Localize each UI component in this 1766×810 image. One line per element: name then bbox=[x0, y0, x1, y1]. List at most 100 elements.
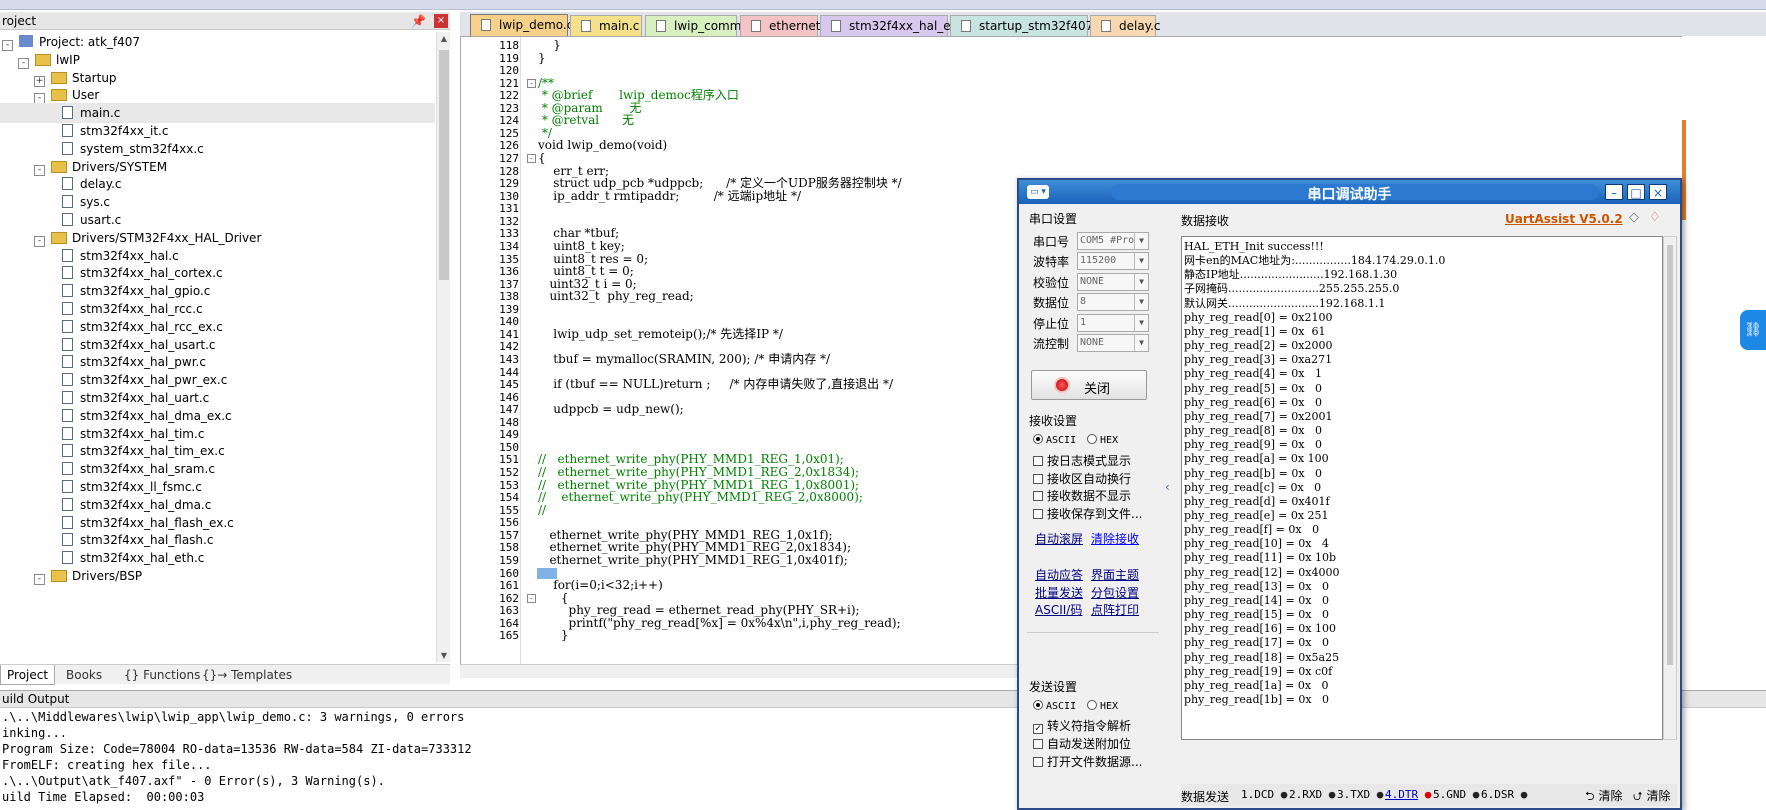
tab-templates[interactable]: {}→ Templates bbox=[196, 665, 298, 685]
close-port-label: 关闭 bbox=[1084, 382, 1111, 397]
tree-item[interactable]: - Drivers/BSP bbox=[0, 566, 435, 586]
project-panel-tabs: Project Books {} Functions {}→ Templates bbox=[0, 664, 450, 685]
field-label: 流控制 bbox=[1033, 337, 1070, 351]
rx-option-checkbox[interactable]: 接收保存到文件... bbox=[1033, 505, 1142, 522]
editor-tab[interactable]: stm32f4xx_hal_eth.c bbox=[820, 15, 973, 36]
line-number: 120 bbox=[499, 64, 519, 78]
rx-option-checkbox[interactable]: 按日志模式显示 bbox=[1033, 452, 1131, 469]
fold-marker-icon[interactable]: - bbox=[527, 593, 536, 603]
rx-tab-label[interactable]: 数据接收 bbox=[1181, 212, 1229, 229]
line-number: 150 bbox=[499, 440, 519, 454]
tool-link[interactable]: 分包设置 bbox=[1091, 584, 1139, 601]
fold-marker-icon[interactable]: - bbox=[527, 154, 536, 164]
tx-option-checkbox[interactable]: 自动发送附加位 bbox=[1033, 735, 1131, 752]
clear-rx-link[interactable]: 清除接收 bbox=[1091, 530, 1139, 547]
rx-scroll-thumb[interactable] bbox=[1667, 245, 1673, 665]
collapse-icon[interactable]: - bbox=[34, 574, 45, 585]
tree-item-label: lwIP bbox=[56, 52, 80, 67]
rx-ascii-radio[interactable]: ASCII bbox=[1033, 432, 1076, 446]
signal-label: 3.TXD bbox=[1337, 788, 1371, 801]
tree-item-label: stm32f4xx_hal_rcc_ex.c bbox=[80, 319, 223, 334]
pin-icon[interactable]: 📌 bbox=[411, 12, 426, 30]
tool-link[interactable]: ASCII/码 bbox=[1035, 601, 1082, 618]
tab-functions[interactable]: {} Functions bbox=[118, 665, 206, 685]
chevron-down-icon[interactable]: ▼ bbox=[1134, 253, 1148, 270]
signal-indicator: 1.DCD ● bbox=[1241, 788, 1287, 801]
signal-led-icon: ● bbox=[1274, 788, 1288, 801]
tab-books[interactable]: Books bbox=[60, 665, 108, 685]
scroll-up-icon[interactable]: ▲ bbox=[439, 34, 449, 43]
uartassist-brand-link[interactable]: UartAssist V5.0.2 bbox=[1505, 212, 1623, 226]
clear-tx-button[interactable]: ⮍ 清除 bbox=[1633, 787, 1670, 808]
scrollbar-thumb[interactable] bbox=[439, 50, 449, 280]
tool-link[interactable]: 点阵打印 bbox=[1091, 601, 1139, 618]
notification-icon[interactable]: ♢ bbox=[1649, 210, 1661, 225]
collapse-arrow-icon[interactable]: ‹ bbox=[1165, 480, 1170, 494]
scroll-down-icon[interactable]: ▼ bbox=[439, 651, 449, 660]
field-select[interactable]: NONE ▼ bbox=[1077, 272, 1149, 291]
tab-project[interactable]: Project bbox=[0, 665, 56, 685]
tool-link[interactable]: 批量发送 bbox=[1035, 584, 1083, 601]
tree-item-label: stm32f4xx_hal.c bbox=[80, 248, 179, 263]
field-label: 数据位 bbox=[1033, 296, 1070, 311]
field-select[interactable]: COM5 #Pro ▼ bbox=[1077, 232, 1149, 250]
uart-title-bar[interactable]: ▭ ▾ 串口调试助手 – □ × bbox=[1019, 180, 1680, 204]
editor-tab[interactable]: startup_stm32f407xx.s bbox=[950, 15, 1118, 36]
signal-led-icon: ● bbox=[1322, 788, 1336, 801]
line-number: 160 bbox=[499, 566, 519, 580]
rx-data-area[interactable]: HAL_ETH_Init success!!! 网卡en的MAC地址为:....… bbox=[1181, 236, 1663, 740]
file-icon bbox=[62, 533, 73, 547]
chevron-down-icon[interactable]: ▼ bbox=[1134, 273, 1148, 290]
file-icon bbox=[62, 373, 73, 387]
line-number: 131 bbox=[499, 202, 519, 216]
tx-hex-radio[interactable]: HEX bbox=[1087, 698, 1118, 712]
chevron-down-icon[interactable]: ▼ bbox=[1134, 314, 1148, 331]
tx-option-checkbox[interactable]: ✓ 转义符指令解析 bbox=[1033, 717, 1131, 734]
file-icon bbox=[62, 302, 73, 315]
settings-gem-icon[interactable]: ◇ bbox=[1629, 210, 1639, 225]
field-select[interactable]: 1 ▼ bbox=[1077, 313, 1149, 332]
tool-link[interactable]: 界面主题 bbox=[1091, 566, 1139, 583]
line-number: 164 bbox=[499, 616, 519, 630]
project-tree-scrollbar[interactable]: ▲ ▼ bbox=[436, 32, 450, 662]
clear-rx-button[interactable]: ⮌ 清除 bbox=[1585, 787, 1622, 808]
tree-item-label: stm32f4xx_hal_gpio.c bbox=[80, 284, 211, 299]
editor-tab[interactable]: ethernet.c bbox=[740, 15, 831, 36]
chevron-down-icon[interactable]: ▼ bbox=[1134, 233, 1148, 249]
close-port-button[interactable]: 关闭 bbox=[1031, 370, 1147, 400]
panel-collapse-handle[interactable]: ‹ bbox=[1165, 210, 1175, 800]
rx-option-checkbox[interactable]: 接收区自动换行 bbox=[1033, 470, 1131, 487]
tree-item-label: usart.c bbox=[80, 213, 122, 227]
rx-hex-radio[interactable]: HEX bbox=[1087, 432, 1118, 446]
line-number: 118 bbox=[499, 39, 519, 52]
field-select[interactable]: 8 ▼ bbox=[1077, 293, 1149, 312]
build-line: Program Size: Code=78004 RO-data=13536 R… bbox=[2, 742, 472, 756]
field-select[interactable]: NONE ▼ bbox=[1077, 334, 1149, 352]
fold-marker-icon[interactable]: - bbox=[527, 78, 536, 88]
tree-item-label: sys.c bbox=[80, 195, 111, 210]
line-number: 135 bbox=[499, 252, 519, 266]
tx-option-checkbox[interactable]: 打开文件数据源... bbox=[1033, 753, 1142, 770]
editor-tab[interactable]: lwip_comm.c bbox=[645, 15, 752, 36]
rx-option-checkbox[interactable]: 接收数据不显示 bbox=[1033, 487, 1131, 504]
line-number: 130 bbox=[499, 189, 519, 203]
signal-led-icon: ● bbox=[1418, 788, 1432, 801]
rx-scrollbar[interactable] bbox=[1663, 236, 1677, 740]
tx-tab-label[interactable]: 数据发送 bbox=[1181, 788, 1229, 805]
close-panel-icon[interactable]: × bbox=[434, 14, 448, 28]
auto-scroll-link[interactable]: 自动滚屏 bbox=[1035, 530, 1083, 547]
folder-icon bbox=[51, 71, 67, 84]
signal-indicator: 4.DTR ● bbox=[1385, 788, 1431, 801]
floating-link-icon[interactable]: ⛓ bbox=[1740, 310, 1766, 350]
editor-tab[interactable]: main.c bbox=[570, 15, 642, 36]
file-icon bbox=[961, 20, 971, 32]
field-select[interactable]: 115200 ▼ bbox=[1077, 252, 1149, 271]
chevron-down-icon[interactable]: ▼ bbox=[1134, 294, 1148, 311]
code-line: printf("phy_reg_read[%x] = 0x%4x\n",i,ph… bbox=[538, 615, 901, 630]
tool-link[interactable]: 自动应答 bbox=[1035, 566, 1083, 583]
editor-horizontal-scrollbar[interactable] bbox=[460, 664, 1020, 678]
tx-ascii-radio[interactable]: ASCII bbox=[1033, 698, 1076, 712]
editor-tab[interactable]: delay.c bbox=[1090, 15, 1161, 36]
chevron-down-icon[interactable]: ▼ bbox=[1134, 335, 1148, 351]
editor-tab[interactable]: lwip_demo.c bbox=[470, 14, 573, 36]
